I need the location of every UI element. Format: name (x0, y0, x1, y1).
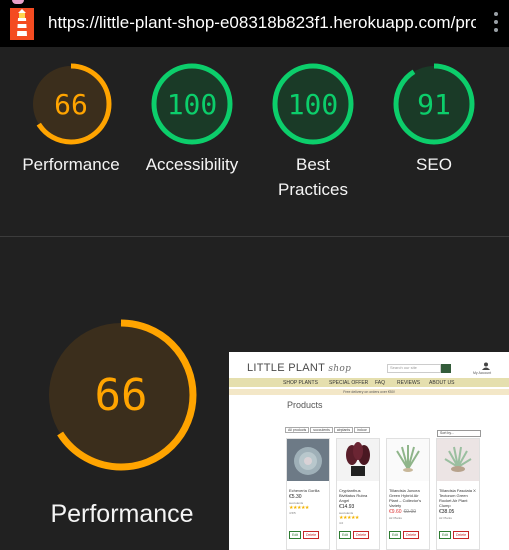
lighthouse-icon (10, 8, 34, 40)
chip: succulents (310, 427, 333, 433)
gauge-seo[interactable]: 91 SEO (374, 62, 494, 177)
gauge-best-practices[interactable]: 100 Best Practices (253, 62, 373, 202)
product-image (287, 439, 329, 481)
gauge-performance[interactable]: 66 Performance (11, 62, 131, 177)
chip: airplants (333, 427, 354, 433)
seo-score: 91 (417, 88, 451, 121)
section-divider (0, 236, 509, 237)
product-image (337, 439, 379, 481)
gauge-label: SEO (416, 155, 452, 174)
main-performance-gauge: 66 (45, 319, 197, 471)
product-image (437, 439, 479, 481)
chip: indoor (354, 427, 370, 433)
sort-select: Sort by... (437, 430, 481, 437)
search-button (441, 364, 451, 373)
best-practices-score: 100 (288, 88, 339, 121)
gauge-accessibility[interactable]: 100 Accessibility (132, 62, 252, 177)
accessibility-score-ring: 100 (151, 63, 233, 145)
url-bar: https://little-plant-shop-e08318b823f1.h… (0, 0, 509, 47)
gauge-label: Performance (22, 155, 120, 174)
product-card: Echeveria Gorilla €5.30 succulents ★★★★★… (286, 438, 330, 550)
tab-indicator (12, 0, 24, 4)
products-heading: Products (287, 400, 323, 410)
product-image (387, 439, 429, 481)
page-url[interactable]: https://little-plant-shop-e08318b823f1.h… (48, 13, 476, 33)
performance-score-ring: 66 (30, 63, 112, 145)
more-options-icon[interactable] (493, 12, 499, 34)
account-label: My Account (473, 371, 492, 375)
chip: All products (285, 427, 310, 433)
shop-nav: SHOP PLANTS SPECIAL OFFER FAQ REVIEWS AB… (229, 378, 509, 387)
performance-score: 66 (54, 88, 88, 121)
account-icon (482, 362, 490, 370)
search-input: Search our site (387, 364, 441, 373)
nav-item: SHOP PLANTS (283, 380, 318, 386)
nav-item: REVIEWS (397, 380, 421, 386)
shop-logo: LITTLE PLANT shop (247, 362, 352, 374)
accessibility-score: 100 (167, 88, 218, 121)
nav-item: SPECIAL OFFER (329, 380, 369, 386)
product-card: Tillandsia Fasciata X Tectorum Green Roc… (436, 438, 480, 550)
gauge-label: Accessibility (145, 155, 239, 174)
category-chips: All products succulents airplants indoor (285, 418, 371, 436)
product-card: Cryptanthus Bivittatus Rubra Angel €14.9… (336, 438, 380, 550)
nav-item: FAQ (375, 380, 386, 386)
promo-banner: Free delivery on orders over €50! (229, 389, 509, 395)
nav-item: ABOUT US (429, 380, 455, 386)
product-card: Tillandsia Juncea Green Hybrid Air Plant… (386, 438, 430, 550)
main-gauge-label: Performance (50, 500, 194, 528)
seo-score-ring: 91 (393, 63, 475, 145)
gauge-label: Best Practices (278, 155, 348, 199)
best-practices-score-ring: 100 (272, 63, 354, 145)
main-performance-score: 66 (95, 370, 148, 421)
page-screenshot-thumbnail[interactable]: LITTLE PLANT shop Search our site My Acc… (229, 352, 509, 550)
